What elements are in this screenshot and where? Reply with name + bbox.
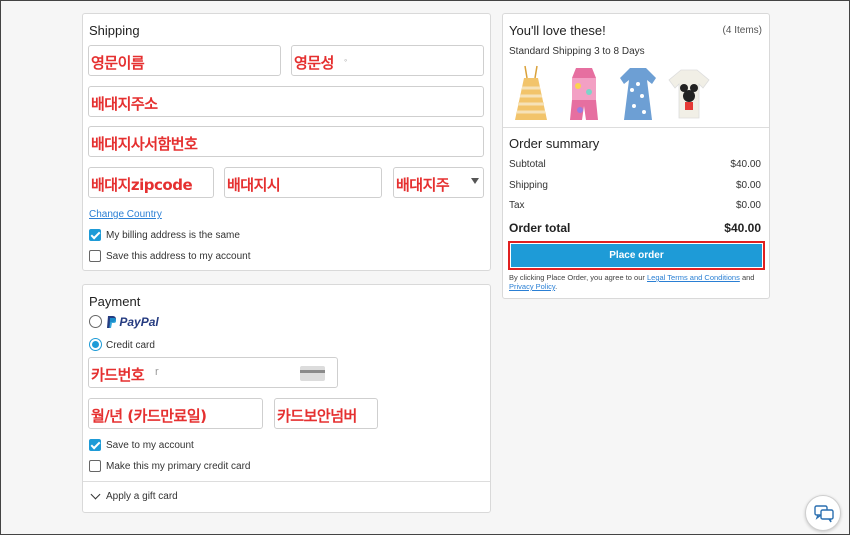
subtotal-label: Subtotal (509, 159, 546, 170)
billing-same-checkbox[interactable] (89, 229, 101, 241)
terms-end: . (555, 282, 558, 291)
change-country-link[interactable]: Change Country (89, 209, 162, 220)
chat-bubbles-icon (814, 505, 834, 523)
gift-card-toggle[interactable]: Apply a gift card (89, 489, 239, 504)
shipping-label: Shipping (509, 180, 548, 191)
payment-divider (83, 481, 490, 482)
place-order-button[interactable]: Place order (511, 244, 762, 267)
shipping-title: Shipping (89, 23, 140, 38)
zip-field[interactable]: 배대지zipcode (88, 167, 214, 198)
subtotal-row: Subtotal $40.00 (509, 159, 761, 173)
cart-divider (503, 127, 769, 128)
order-card: You'll love these! (4 Items) Standard Sh… (502, 13, 770, 299)
last-name-ghost: ◦ (344, 55, 348, 65)
product-thumb-4[interactable] (667, 64, 711, 124)
subtotal-value: $40.00 (730, 159, 761, 170)
last-name-overlay: 영문성 (293, 53, 335, 73)
paypal-radio[interactable] (89, 315, 102, 328)
place-order-highlight: Place order (508, 241, 765, 270)
chevron-down-icon (90, 489, 101, 500)
summary-title: Order summary (509, 136, 600, 151)
gift-card-label: Apply a gift card (106, 491, 178, 502)
product-thumb-2[interactable] (562, 64, 606, 124)
shipping-value: $0.00 (735, 180, 761, 191)
save-address-label: Save this address to my account (106, 251, 251, 262)
state-overlay: 배대지주 (395, 175, 451, 195)
terms-text: By clicking Place Order, you agree to ou… (509, 273, 765, 291)
address-field[interactable]: 배대지주소 (88, 86, 484, 117)
expiry-field[interactable]: 월/년 (카드만료일) (88, 398, 263, 429)
terms-prefix: By clicking Place Order, you agree to ou… (509, 273, 645, 282)
tax-value: $0.00 (735, 200, 761, 211)
shipping-note: Standard Shipping 3 to 8 Days (509, 46, 645, 57)
address2-overlay: 배대지사서함번호 (90, 134, 199, 154)
credit-card-label: Credit card (106, 340, 155, 351)
city-overlay: 배대지시 (226, 175, 282, 195)
save-account-checkbox[interactable] (89, 439, 101, 451)
city-field[interactable]: 배대지시 (224, 167, 382, 198)
chevron-down-icon (471, 178, 479, 184)
shipping-card: Shipping 영문이름 영문성 ◦ 배대지주소 배대지사서함번호 배대지zi… (82, 13, 491, 271)
payment-card: Payment PayPal Credit card 카드번호 r 월/년 (카… (82, 284, 491, 513)
product-thumb-1[interactable] (509, 64, 553, 124)
payment-title: Payment (89, 294, 141, 309)
tax-row: Tax $0.00 (509, 200, 761, 214)
tax-label: Tax (509, 200, 525, 211)
paypal-label: PayPal (119, 315, 159, 329)
address-overlay: 배대지주소 (90, 94, 159, 114)
cvv-field[interactable]: 카드보안넘버 (274, 398, 378, 429)
zip-overlay: 배대지zipcode (90, 175, 194, 195)
first-name-field[interactable]: 영문이름 (88, 45, 281, 76)
cart-title: You'll love these! (509, 23, 606, 38)
credit-card-radio[interactable] (89, 338, 102, 351)
cart-items-count: (4 Items) (722, 25, 762, 36)
paypal-logo: PayPal (106, 315, 159, 329)
first-name-overlay: 영문이름 (90, 53, 146, 73)
total-row: Order total $40.00 (509, 221, 761, 235)
privacy-policy-link[interactable]: Privacy Policy (509, 282, 555, 291)
terms-and: and (741, 273, 755, 282)
save-account-label: Save to my account (106, 440, 194, 451)
total-value: $40.00 (724, 221, 761, 235)
legal-terms-link[interactable]: Legal Terms and Conditions (647, 273, 740, 282)
total-label: Order total (509, 221, 571, 235)
last-name-field[interactable]: 영문성 ◦ (291, 45, 484, 76)
primary-card-checkbox[interactable] (89, 460, 101, 472)
primary-card-label: Make this my primary credit card (106, 461, 251, 472)
shipping-row: Shipping $0.00 (509, 180, 761, 194)
credit-card-icon (300, 366, 325, 381)
card-number-placeholder: r (155, 366, 159, 378)
save-address-checkbox[interactable] (89, 250, 101, 262)
chat-button[interactable] (805, 495, 841, 531)
state-select[interactable]: 배대지주 (393, 167, 484, 198)
billing-same-label: My billing address is the same (106, 230, 240, 241)
address2-field[interactable]: 배대지사서함번호 (88, 126, 484, 157)
card-number-overlay: 카드번호 (90, 365, 146, 385)
product-thumb-3[interactable] (616, 64, 660, 124)
card-number-field[interactable]: 카드번호 r (88, 357, 338, 388)
cvv-overlay: 카드보안넘버 (276, 406, 358, 426)
expiry-overlay: 월/년 (카드만료일) (90, 406, 208, 426)
paypal-icon (107, 316, 117, 328)
